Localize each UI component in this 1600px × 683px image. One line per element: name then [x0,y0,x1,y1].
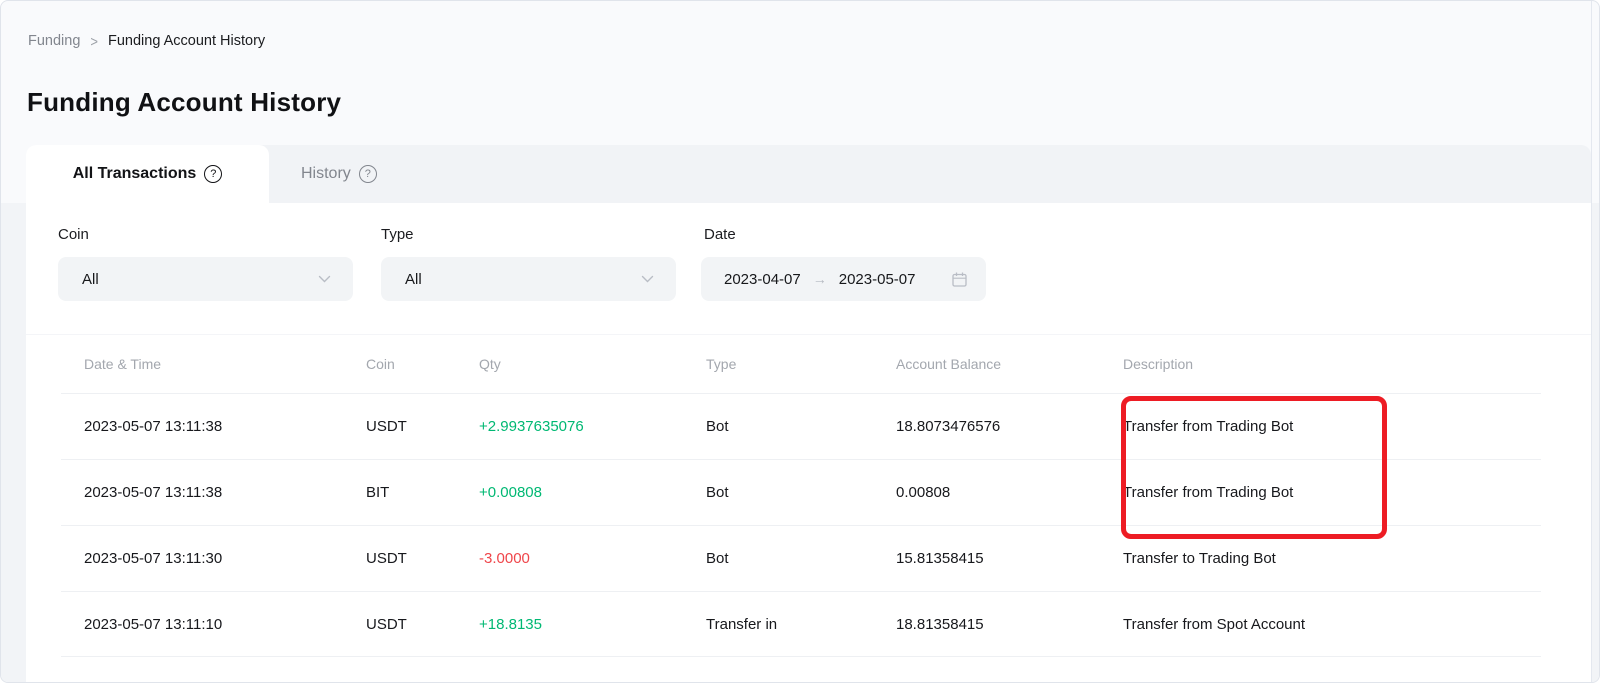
cell-type: Bot [706,550,896,567]
column-header-account-balance: Account Balance [896,356,1123,372]
column-header-date-time: Date & Time [84,356,366,372]
breadcrumb-current: Funding Account History [108,33,265,49]
cell-coin: USDT [366,418,479,435]
type-filter-dropdown[interactable]: All [381,257,676,301]
coin-filter-label: Coin [58,226,89,243]
breadcrumb-separator-icon: > [90,32,98,49]
cell-account-balance: 18.81358415 [896,616,1123,633]
content-card: Coin Type Date All All 2023-04-07 → 2023… [26,203,1591,683]
help-icon[interactable]: ? [204,165,222,183]
column-header-coin: Coin [366,356,479,372]
cell-coin: USDT [366,616,479,633]
tab-history-label: History [301,165,351,183]
transactions-table: Date & Time Coin Qty Type Account Balanc… [26,334,1591,657]
cell-description: Transfer to Trading Bot [1123,550,1541,567]
breadcrumb: Funding > Funding Account History [28,33,265,49]
window-edge-divider [1591,1,1592,682]
table-row: 2023-05-07 13:11:30 USDT -3.0000 Bot 15.… [61,525,1541,591]
page-title: Funding Account History [27,87,341,118]
coin-filter-dropdown[interactable]: All [58,257,353,301]
tab-bar: All Transactions ? History ? [26,145,1591,203]
funding-account-history-page: Funding > Funding Account History Fundin… [0,0,1600,683]
cell-date-time: 2023-05-07 13:11:38 [84,484,366,501]
cell-qty: +2.9937635076 [479,418,706,435]
tab-all-transactions-label: All Transactions [73,165,197,183]
column-header-description: Description [1123,356,1541,372]
type-filter-value: All [405,271,641,288]
chevron-down-icon [641,275,654,283]
cell-account-balance: 0.00808 [896,484,1123,501]
calendar-icon[interactable] [951,271,968,288]
cell-description: Transfer from Spot Account [1123,616,1541,633]
table-header-row: Date & Time Coin Qty Type Account Balanc… [61,334,1541,393]
table-row: 2023-05-07 13:11:10 USDT +18.8135 Transf… [61,591,1541,657]
cell-description: Transfer from Trading Bot [1123,418,1541,435]
coin-filter-value: All [82,271,318,288]
tab-all-transactions[interactable]: All Transactions ? [26,145,269,203]
date-range-arrow-icon: → [813,271,827,287]
cell-account-balance: 15.81358415 [896,550,1123,567]
cell-coin: USDT [366,550,479,567]
cell-type: Bot [706,484,896,501]
cell-account-balance: 18.8073476576 [896,418,1123,435]
cell-qty: +0.00808 [479,484,706,501]
cell-coin: BIT [366,484,479,501]
date-range-picker[interactable]: 2023-04-07 → 2023-05-07 [701,257,986,301]
type-filter-label: Type [381,226,414,243]
table-row: 2023-05-07 13:11:38 BIT +0.00808 Bot 0.0… [61,459,1541,525]
cell-type: Transfer in [706,616,896,633]
help-icon[interactable]: ? [359,165,377,183]
cell-date-time: 2023-05-07 13:11:30 [84,550,366,567]
date-range-start: 2023-04-07 [724,271,801,288]
cell-description: Transfer from Trading Bot [1123,484,1541,501]
table-row: 2023-05-07 13:11:38 USDT +2.9937635076 B… [61,393,1541,459]
cell-type: Bot [706,418,896,435]
column-header-type: Type [706,356,896,372]
cell-date-time: 2023-05-07 13:11:10 [84,616,366,633]
date-filter-label: Date [704,226,736,243]
column-header-qty: Qty [479,356,706,372]
tab-history[interactable]: History ? [269,145,409,203]
date-range-end: 2023-05-07 [839,271,916,288]
chevron-down-icon [318,275,331,283]
cell-qty: +18.8135 [479,616,706,633]
cell-date-time: 2023-05-07 13:11:38 [84,418,366,435]
breadcrumb-funding-link[interactable]: Funding [28,33,80,49]
cell-qty: -3.0000 [479,550,706,567]
